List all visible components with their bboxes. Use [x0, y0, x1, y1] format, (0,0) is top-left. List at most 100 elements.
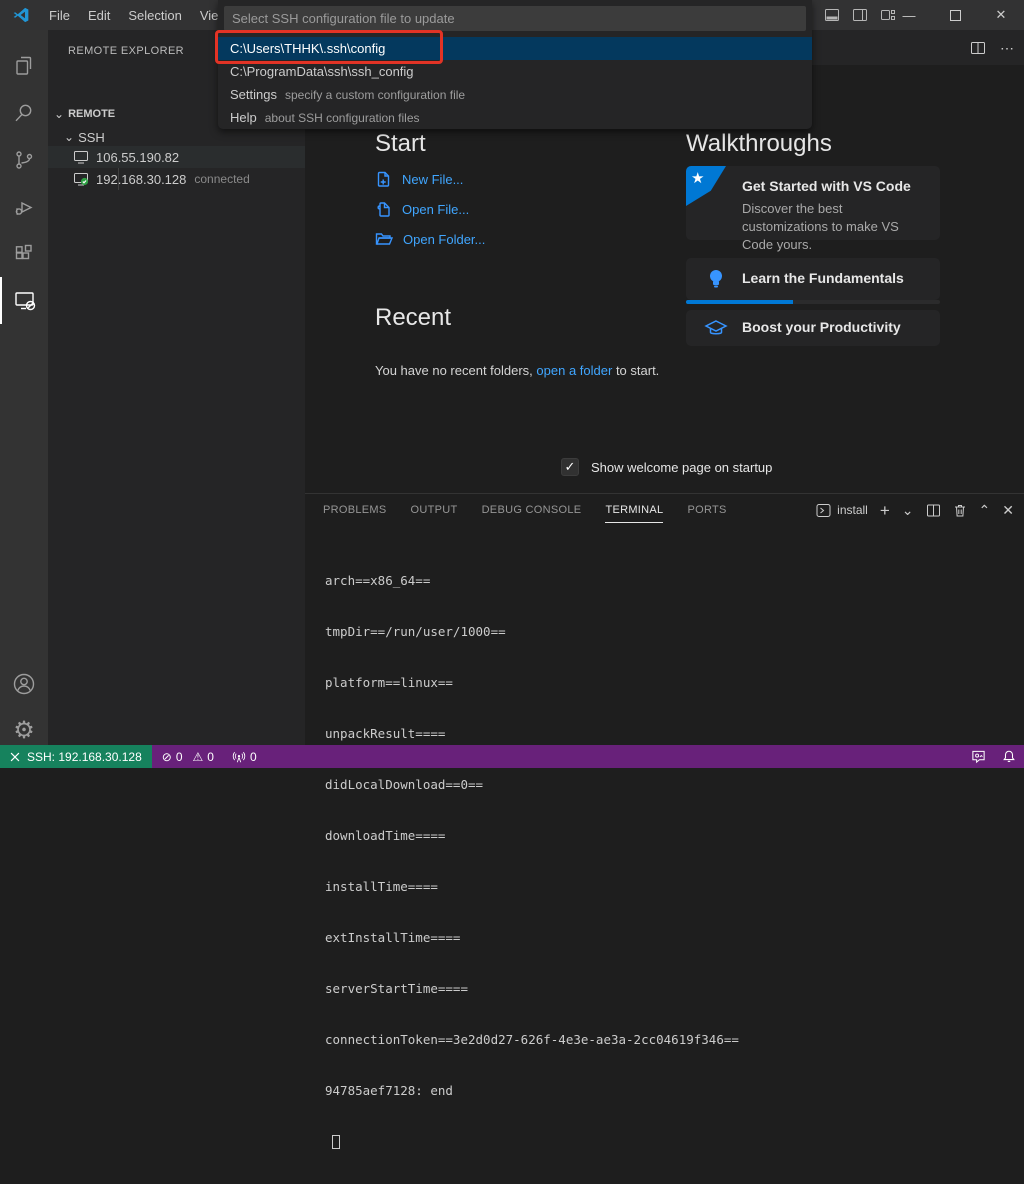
maximize-button[interactable] [932, 0, 978, 30]
walkthrough-card-title: Get Started with VS Code [742, 178, 911, 194]
accounts-icon[interactable] [0, 660, 48, 707]
tree-section-ssh[interactable]: ⌄ SSH [48, 126, 305, 148]
tree-section-remote-label: REMOTE [68, 108, 115, 120]
ssh-host-status: connected [194, 172, 249, 186]
open-a-folder-link[interactable]: open a folder [536, 363, 612, 378]
tab-terminal[interactable]: TERMINAL [605, 498, 663, 523]
terminal-line: downloadTime==== [325, 827, 1005, 844]
recent-empty-text: You have no recent folders, open a folde… [375, 360, 680, 382]
open-folder-link[interactable]: Open Folder... [375, 230, 675, 248]
tab-debug-console[interactable]: DEBUG CONSOLE [482, 498, 582, 522]
close-window-button[interactable]: ✕ [978, 0, 1024, 30]
terminal-line: arch==x86_64== [325, 572, 1005, 589]
ssh-host-row-1[interactable]: 106.55.190.82 [48, 146, 305, 168]
walkthroughs-heading: Walkthroughs [686, 130, 940, 158]
remote-explorer-icon[interactable] [0, 277, 48, 324]
error-count: 0 [176, 750, 183, 764]
minimize-button[interactable]: — [886, 0, 932, 30]
more-actions-icon[interactable]: ⋯ [1000, 41, 1014, 55]
walkthrough-progress-bar [686, 300, 940, 304]
open-file-icon [375, 201, 392, 218]
tab-output[interactable]: OUTPUT [411, 498, 458, 522]
vscode-logo-icon [12, 6, 30, 24]
ssh-host-row-2[interactable]: 192.168.30.128 connected [48, 168, 305, 190]
walkthrough-card-description: Discover the best customizations to make… [742, 200, 930, 254]
new-terminal-icon[interactable]: + [880, 502, 890, 519]
split-editor-icon[interactable] [970, 40, 986, 56]
quick-pick-item-label: C:\ProgramData\ssh\ssh_config [230, 64, 414, 79]
vm-icon [73, 149, 89, 165]
menu-file[interactable]: File [40, 8, 79, 23]
new-file-link[interactable]: New File... [375, 170, 675, 188]
quick-pick-item-programdata-config[interactable]: C:\ProgramData\ssh\ssh_config [218, 60, 812, 83]
walkthrough-card-get-started[interactable]: ★ Get Started with VS Code Discover the … [686, 166, 940, 240]
quick-pick-item-help[interactable]: Help about SSH configuration files [218, 106, 812, 129]
walkthrough-card-title: Learn the Fundamentals [742, 270, 904, 286]
walkthrough-card-fundamentals[interactable]: Learn the Fundamentals [686, 258, 940, 300]
terminal-icon [816, 503, 831, 518]
walkthrough-card-productivity[interactable]: Boost your Productivity [686, 310, 940, 346]
status-bar-right [971, 745, 1016, 768]
remote-label: SSH: 192.168.30.128 [27, 750, 142, 764]
vm-connected-icon [73, 171, 89, 187]
chevron-down-icon: ⌄ [64, 130, 74, 144]
open-folder-icon [375, 231, 393, 247]
walkthrough-card-title: Boost your Productivity [742, 319, 901, 335]
remote-indicator[interactable]: SSH: 192.168.30.128 [0, 745, 152, 768]
toggle-secondary-sidebar-icon[interactable] [852, 7, 868, 23]
tab-ports[interactable]: PORTS [687, 498, 726, 522]
menu-selection[interactable]: Selection [119, 8, 190, 23]
new-file-label: New File... [402, 172, 463, 187]
warning-icon: ⚠ [193, 750, 204, 764]
welcome-page: Start New File... Open File... Open Fold… [305, 65, 1024, 493]
quick-pick-list: C:\Users\THHK\.ssh\config C:\ProgramData… [218, 37, 812, 129]
terminal-line: platform==linux== [325, 674, 1005, 691]
terminal-line: 94785aef7128: end [325, 1082, 1005, 1099]
terminal-line: installTime==== [325, 878, 1005, 895]
split-terminal-icon[interactable] [926, 503, 941, 518]
panel-tab-bar: PROBLEMS OUTPUT DEBUG CONSOLE TERMINAL P… [323, 494, 727, 526]
menu-edit[interactable]: Edit [79, 8, 119, 23]
terminal-line: connectionToken==3e2d0d27-626f-4e3e-ae3a… [325, 1031, 1005, 1048]
bottom-panel: PROBLEMS OUTPUT DEBUG CONSOLE TERMINAL P… [305, 493, 1024, 745]
ssh-host-name: 192.168.30.128 [96, 172, 186, 187]
show-welcome-checkbox[interactable]: ✓ [561, 458, 579, 476]
error-icon: ⊘ [162, 750, 172, 764]
vscode-window: File Edit Selection View — ✕ [0, 0, 1024, 768]
extensions-icon[interactable] [0, 230, 48, 277]
terminal-instance[interactable]: install [816, 503, 868, 518]
recent-text-before: You have no recent folders, [375, 363, 536, 378]
show-welcome-label: Show welcome page on startup [591, 460, 772, 475]
quick-pick-item-user-config[interactable]: C:\Users\THHK\.ssh\config [218, 37, 812, 60]
quick-pick-item-label: C:\Users\THHK\.ssh\config [230, 41, 385, 56]
quick-pick-input[interactable] [224, 6, 806, 31]
radio-tower-icon [232, 750, 246, 764]
problems-status[interactable]: ⊘ 0 ⚠ 0 [162, 750, 214, 764]
run-and-debug-icon[interactable] [0, 183, 48, 230]
close-panel-icon[interactable]: ✕ [1002, 503, 1014, 517]
terminal-cursor [332, 1135, 340, 1149]
open-folder-label: Open Folder... [403, 232, 485, 247]
quick-pick-item-label: Settings [230, 87, 277, 102]
terminal-dropdown-icon[interactable]: ⌄ [902, 503, 914, 517]
notifications-bell-icon[interactable] [1002, 749, 1016, 764]
editor-area: ⋯ Start New File... Open File... Open Fo… [305, 30, 1024, 745]
toggle-panel-icon[interactable] [824, 7, 840, 23]
editor-actions: ⋯ [970, 30, 1014, 65]
ports-status[interactable]: 0 [232, 750, 257, 764]
quick-pick-item-settings[interactable]: Settings specify a custom configuration … [218, 83, 812, 106]
open-file-link[interactable]: Open File... [375, 200, 675, 218]
walkthrough-progress-fill [686, 300, 793, 304]
check-icon: ✓ [565, 459, 576, 475]
feedback-icon[interactable] [971, 749, 986, 764]
source-control-icon[interactable] [0, 136, 48, 183]
maximize-panel-icon[interactable]: ⌃ [979, 503, 991, 517]
kill-terminal-trash-icon[interactable] [953, 503, 967, 518]
star-icon: ★ [691, 169, 704, 187]
terminal-output[interactable]: arch==x86_64== tmpDir==/run/user/1000== … [325, 538, 1005, 1184]
window-controls: — ✕ [886, 0, 1024, 30]
tab-problems[interactable]: PROBLEMS [323, 498, 387, 522]
search-icon[interactable] [0, 89, 48, 136]
lightbulb-icon [706, 268, 726, 290]
explorer-icon[interactable] [0, 42, 48, 89]
